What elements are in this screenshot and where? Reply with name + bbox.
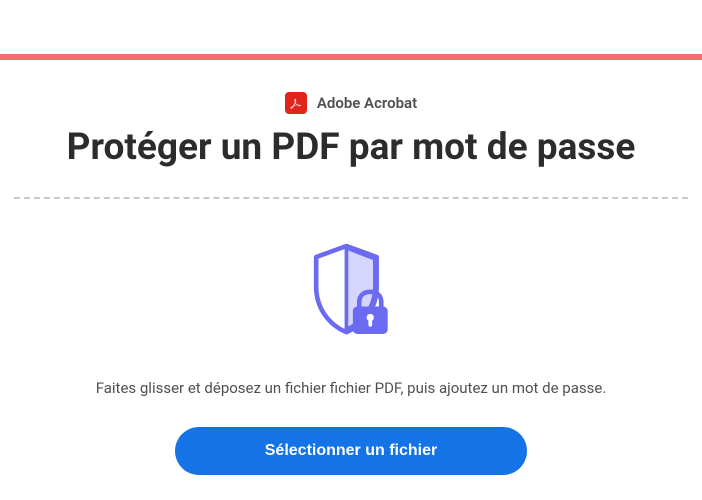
shield-lock-icon — [0, 235, 702, 345]
top-bar — [0, 0, 702, 54]
instructions-text: Faites glisser et déposez un fichier fic… — [0, 379, 702, 397]
acrobat-icon — [285, 92, 307, 114]
page-title: Protéger un PDF par mot de passe — [0, 126, 702, 169]
brand-label: Adobe Acrobat — [317, 94, 417, 112]
dashed-divider — [14, 197, 688, 199]
select-file-button[interactable]: Sélectionner un fichier — [175, 427, 527, 475]
acrobat-glyph-icon — [288, 95, 304, 111]
main-content: Adobe Acrobat Protéger un PDF par mot de… — [0, 60, 702, 475]
brand-row: Adobe Acrobat — [0, 92, 702, 114]
